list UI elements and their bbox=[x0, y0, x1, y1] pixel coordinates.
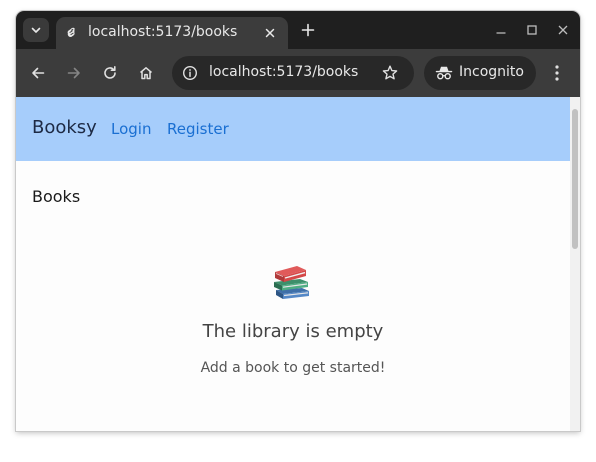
app-navbar: Booksy Login Register bbox=[16, 97, 570, 161]
arrow-right-icon[interactable] bbox=[66, 65, 82, 81]
close-icon[interactable] bbox=[263, 26, 277, 40]
incognito-label: Incognito bbox=[459, 64, 524, 80]
address-bar[interactable]: localhost:5173/books bbox=[172, 56, 414, 90]
brand-link[interactable]: Booksy bbox=[32, 117, 97, 138]
register-link[interactable]: Register bbox=[167, 120, 229, 138]
tab-active[interactable]: localhost:5173/books bbox=[56, 17, 288, 49]
incognito-profile-button[interactable]: Incognito bbox=[424, 56, 536, 90]
scrollbar-thumb[interactable] bbox=[572, 109, 578, 249]
info-icon[interactable] bbox=[182, 65, 198, 81]
page-title: Books bbox=[32, 187, 81, 206]
vertical-scrollbar[interactable] bbox=[570, 97, 580, 431]
arrow-left-icon[interactable] bbox=[30, 65, 46, 81]
incognito-icon bbox=[435, 66, 453, 80]
reload-icon[interactable] bbox=[102, 65, 118, 81]
address-bar-url[interactable]: localhost:5173/books bbox=[209, 64, 358, 80]
page-viewport: Booksy Login Register Books The library … bbox=[16, 97, 580, 431]
chevron-down-icon bbox=[31, 27, 41, 33]
maximize-icon[interactable] bbox=[525, 23, 539, 37]
home-icon[interactable] bbox=[138, 65, 154, 81]
empty-state-title: The library is empty bbox=[202, 321, 384, 342]
minimize-icon[interactable] bbox=[494, 23, 508, 37]
plus-icon[interactable] bbox=[300, 22, 316, 38]
star-icon[interactable] bbox=[381, 64, 399, 82]
browser-toolbar: localhost:5173/books Incognito bbox=[16, 49, 580, 97]
three-dots-vertical-icon[interactable] bbox=[552, 64, 562, 82]
browser-window: localhost:5173/books localhost:5173/book… bbox=[16, 11, 580, 431]
tab-title: localhost:5173/books bbox=[88, 24, 238, 40]
tab-strip: localhost:5173/books bbox=[16, 11, 580, 49]
books-stack-icon bbox=[274, 266, 309, 299]
tab-search-button[interactable] bbox=[23, 18, 49, 42]
close-window-icon[interactable] bbox=[556, 23, 570, 37]
login-link[interactable]: Login bbox=[111, 120, 151, 138]
empty-state-subtitle: Add a book to get started! bbox=[200, 360, 386, 376]
svelte-logo-icon bbox=[67, 27, 75, 38]
